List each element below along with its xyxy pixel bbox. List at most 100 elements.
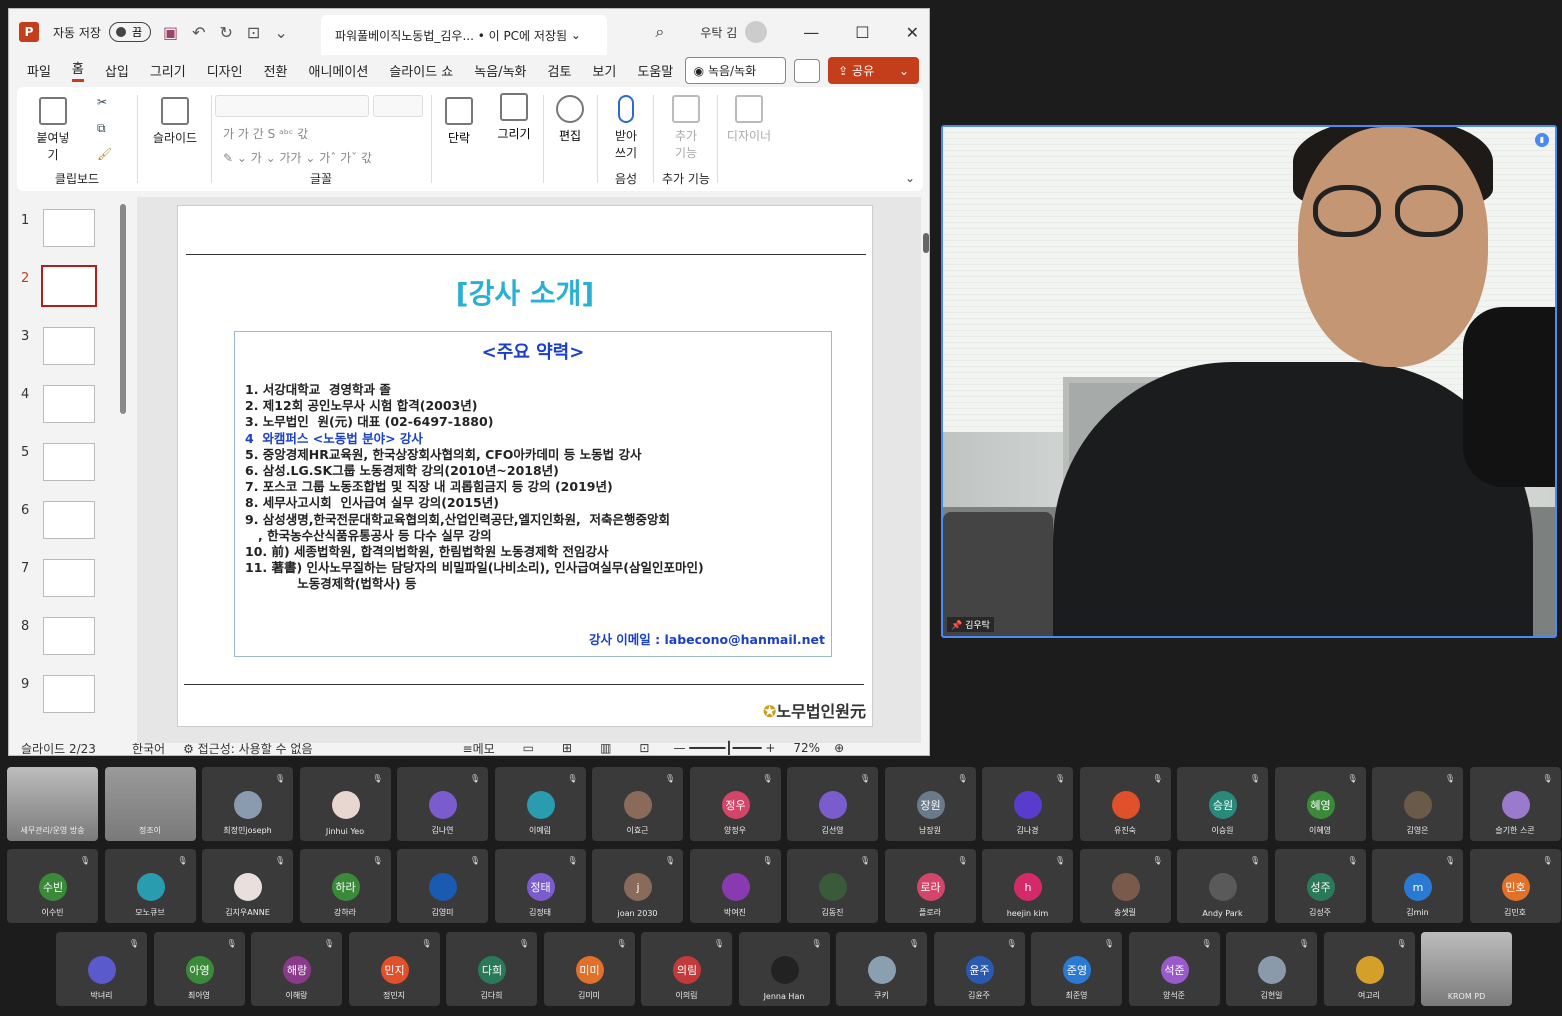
participant-tile[interactable]: 다희 🎙 김다희 [446, 932, 537, 1006]
designer-button[interactable]: 디자이너 [721, 95, 777, 144]
participant-tile[interactable]: 🎙 유진숙 [1079, 767, 1171, 841]
participant-tile[interactable]: 하라 🎙 강하라 [299, 849, 391, 923]
participant-tile[interactable]: 수빈 🎙 이수빈 [7, 849, 98, 923]
new-slide-button[interactable]: 슬라이드 [145, 97, 205, 146]
share-button[interactable]: ⇪ 공유 ⌄ [828, 57, 919, 84]
record-button[interactable]: ◉ 녹음/녹화 [684, 57, 787, 84]
save-icon[interactable]: ▣ [163, 23, 178, 42]
participant-tile[interactable]: 정우 🎙 양정우 [689, 767, 781, 841]
participant-tile[interactable]: 준영 🎙 최준영 [1031, 932, 1122, 1006]
participant-tile[interactable]: 🎙 김영미 [397, 849, 488, 923]
participant-tile[interactable]: 민지 🎙 정민지 [348, 932, 440, 1006]
participant-tile[interactable]: 🎙 Jenna Han [738, 932, 830, 1006]
slideshow-from-start-icon[interactable]: ⊡ [247, 23, 260, 42]
participant-tile[interactable]: 아영 🎙 최아영 [153, 932, 245, 1006]
tab-help[interactable]: 도움말 [637, 61, 673, 80]
participant-tile[interactable]: 석준 🎙 양석준 [1128, 932, 1220, 1006]
participant-tile[interactable]: 🎙 김지우ANNE [202, 849, 293, 923]
minimize-icon[interactable]: — [803, 23, 819, 42]
collapse-ribbon-icon[interactable]: ⌄ [905, 171, 915, 185]
participant-tile[interactable]: 🎙 김선영 [787, 767, 878, 841]
reading-view-icon[interactable]: ▥ [600, 741, 611, 755]
font-color-icon[interactable]: ✎ ⌄ 가 ⌄ 가가 ⌄ 가ˆ 가ˇ 갃 [223, 149, 372, 166]
slide-thumbnail[interactable] [43, 675, 95, 713]
user-account[interactable]: 우탁 김 [700, 21, 768, 43]
participant-tile[interactable]: h 🎙 heejin kim [982, 849, 1073, 923]
speaker-video[interactable]: ▮ 📌 김우탁 [941, 125, 1557, 638]
tab-view[interactable]: 보기 [592, 61, 616, 80]
tab-design[interactable]: 디자인 [207, 61, 243, 80]
participant-tile[interactable]: 해랑 🎙 이해랑 [251, 932, 342, 1006]
current-slide[interactable]: [강사 소개] <주요 약력> 1. 서강대학교 경영학과 졸 2. 제12회 공… [177, 205, 873, 727]
participant-tile[interactable]: 🎙 김나연 [397, 767, 488, 841]
zoom-slider[interactable]: — ━━━━━┃━━━━ + [673, 741, 775, 755]
slide-thumbnail[interactable] [43, 327, 95, 365]
tab-home[interactable]: 홈 [71, 58, 84, 82]
font-size-select[interactable] [373, 95, 423, 117]
participant-tile[interactable]: KROM PD [1421, 932, 1512, 1006]
participant-tile[interactable]: 🎙 김영은 [1372, 767, 1463, 841]
slide-thumbnail-selected[interactable] [41, 265, 97, 307]
slide-thumbnail[interactable] [43, 385, 95, 423]
tab-insert[interactable]: 삽입 [105, 61, 129, 80]
undo-icon[interactable]: ↶ [192, 23, 205, 42]
paste-button[interactable]: 붙여넣기 [31, 97, 75, 163]
tab-review[interactable]: 검토 [548, 61, 572, 80]
tab-slideshow[interactable]: 슬라이드 쇼 [389, 61, 453, 80]
slide-thumbnail[interactable] [43, 501, 95, 539]
participant-tile[interactable]: 🎙 Jinhui Yeo [299, 767, 391, 841]
participant-tile[interactable]: 🎙 이예림 [494, 767, 586, 841]
participant-tile[interactable]: 🎙 김현일 [1226, 932, 1317, 1006]
participant-tile[interactable]: 🎙 김동진 [787, 849, 878, 923]
slide-thumbnail[interactable] [43, 209, 95, 247]
notes-button[interactable]: ≡메모 [463, 740, 495, 756]
participant-tile[interactable]: 🎙 송셋릴 [1079, 849, 1171, 923]
search-icon[interactable]: ⌕ [655, 22, 664, 42]
normal-view-icon[interactable]: ▭ [523, 741, 534, 755]
participant-tile[interactable]: 세무관리/운영 방송 [7, 767, 98, 841]
participant-tile[interactable]: m 🎙 김min [1372, 849, 1463, 923]
participant-tile[interactable]: 🎙 Andy Park [1177, 849, 1268, 923]
font-grow-icon[interactable]: 가 가 간 S ᵃᵇᶜ 갃 [223, 125, 308, 142]
participant-tile[interactable]: 로라 🎙 플로라 [884, 849, 976, 923]
document-title[interactable]: 파워풀베이직노동법_김우... • 이 PC에 저장됨 ⌄ [321, 15, 607, 55]
edit-button[interactable]: 편집 [549, 95, 591, 144]
comments-button[interactable] [794, 58, 821, 83]
slide-scrollbar[interactable] [921, 197, 929, 737]
customize-qat-icon[interactable]: ⌄ [274, 23, 287, 42]
slide-thumbnail[interactable] [43, 559, 95, 597]
tab-transitions[interactable]: 전환 [264, 61, 288, 80]
accessibility-status[interactable]: ⚙ 접근성: 사용할 수 없음 [183, 740, 312, 756]
slide-thumbnail[interactable] [43, 617, 95, 655]
participant-tile[interactable]: 🎙 이효근 [592, 767, 683, 841]
participant-tile[interactable]: 의림 🎙 이의림 [641, 932, 732, 1006]
slideshow-icon[interactable]: ⊡ [639, 741, 649, 755]
addins-button[interactable]: 추가 기능 [663, 95, 709, 161]
scroll-thumb[interactable] [923, 233, 929, 253]
tab-file[interactable]: 파일 [27, 61, 51, 80]
redo-icon[interactable]: ↻ [220, 23, 233, 42]
participant-tile[interactable]: 윤주 🎙 김윤주 [933, 932, 1025, 1006]
participant-tile[interactable]: 🎙 김나경 [982, 767, 1073, 841]
close-icon[interactable]: ✕ [906, 23, 919, 42]
paragraph-button[interactable]: 단락 [439, 97, 479, 146]
tab-animations[interactable]: 애니메이션 [309, 61, 369, 80]
font-family-select[interactable] [215, 95, 369, 117]
participant-tile[interactable]: 🎙 박녀리 [56, 932, 147, 1006]
participant-tile[interactable]: 🎙 모노큐브 [104, 849, 196, 923]
participant-tile[interactable]: 미미 🎙 김미미 [543, 932, 635, 1006]
participant-tile[interactable]: 성주 🎙 김성주 [1274, 849, 1366, 923]
tab-draw[interactable]: 그리기 [150, 61, 186, 80]
participant-tile[interactable]: 정태 🎙 김정태 [494, 849, 586, 923]
language[interactable]: 한국어 [132, 740, 165, 756]
participant-tile[interactable]: 🎙 박여진 [689, 849, 781, 923]
participant-tile[interactable]: 혜영 🎙 이혜영 [1274, 767, 1366, 841]
participant-tile[interactable]: 민호 🎙 김민호 [1469, 849, 1561, 923]
participant-tile[interactable]: 🎙 최정민joseph [202, 767, 293, 841]
slide-sorter-icon[interactable]: ⊞ [562, 741, 572, 755]
participant-tile[interactable]: 장원 🎙 남장원 [884, 767, 976, 841]
fit-to-window-icon[interactable]: ⊕ [834, 741, 844, 755]
dictate-button[interactable]: 받아 쓰기 [603, 95, 649, 161]
autosave-toggle[interactable]: 끔 [108, 22, 151, 42]
participant-tile[interactable]: 🎙 여고리 [1323, 932, 1415, 1006]
